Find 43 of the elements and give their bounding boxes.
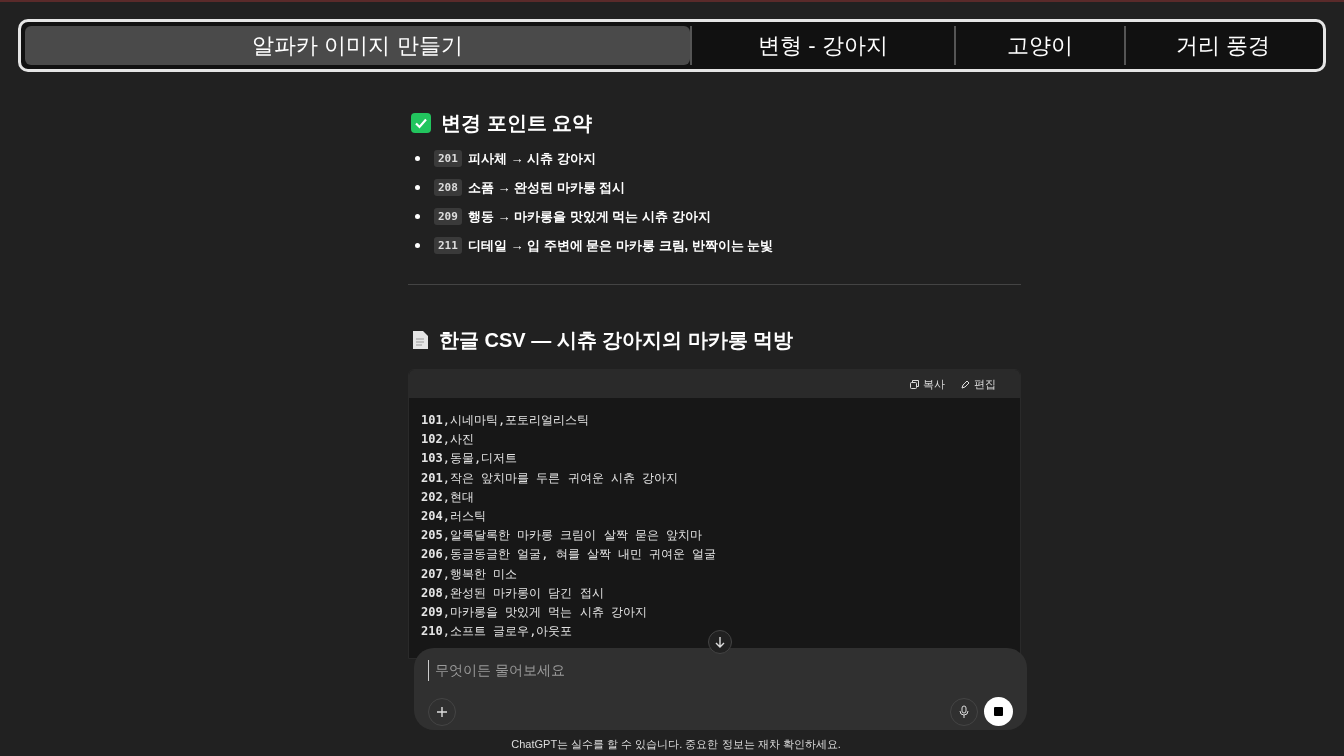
arrow-down-icon — [715, 636, 725, 648]
code-line: 202,현대 — [421, 488, 474, 506]
code-line: 207,행복한 미소 — [421, 565, 518, 583]
checkbox-icon — [411, 113, 431, 133]
code-line: 103,동물,디저트 — [421, 450, 518, 468]
section-heading: 한글 CSV — 시츄 강아지의 마카롱 먹방 — [439, 328, 794, 353]
plus-icon — [436, 705, 448, 718]
tab[interactable]: 고양이 — [954, 26, 1124, 65]
document-icon — [411, 330, 429, 350]
code-line: 201,작은 앞치마를 두른 귀여운 시츄 강아지 — [421, 469, 679, 487]
copy-button[interactable]: 복사 — [910, 375, 945, 393]
copy-icon — [910, 379, 919, 389]
edit-button[interactable]: 편집 — [961, 375, 996, 393]
code-tag: 211 — [434, 237, 462, 254]
code-line: 101,시네마틱,포토리얼리스틱 — [421, 412, 590, 429]
code-tag: 209 — [434, 208, 462, 225]
code-tag: 201 — [434, 150, 462, 167]
list-item-text: 디테일 → 입 주변에 묻은 마카롱 크림, 반짝이는 눈빛 — [467, 236, 774, 255]
code-tag: 208 — [434, 179, 462, 196]
code-line: 205,알록달록한 마카롱 크림이 살짝 묻은 앞치마 — [421, 527, 703, 545]
tab[interactable]: 변형 - 강아지 — [690, 26, 954, 65]
code-line: 210,소프트 글로우,아웃포 — [421, 623, 573, 641]
code-line: 102,사진 — [421, 431, 474, 449]
list-item-text: 소품 → 완성된 마카롱 접시 — [467, 178, 626, 197]
stop-button[interactable] — [984, 697, 1013, 726]
disclaimer-text: ChatGPT는 실수를 할 수 있습니다. 중요한 정보는 재차 확인하세요. — [511, 738, 841, 750]
bullet-icon — [415, 214, 420, 219]
microphone-icon — [959, 704, 969, 719]
code-line: 204,러스틱 — [421, 508, 486, 525]
tab[interactable]: 거리 풍경 — [1124, 26, 1320, 65]
code-line: 206,동글동글한 얼굴, 혀를 살짝 내민 귀여운 얼굴 — [421, 546, 717, 564]
code-line: 208,완성된 마카롱이 담긴 접시 — [421, 584, 604, 602]
bullet-icon — [415, 185, 420, 190]
input-field[interactable]: 무엇이든 물어보세요 — [428, 660, 1013, 681]
list-item-text: 행동 → 마카롱을 맛있게 먹는 시츄 강아지 — [467, 207, 711, 226]
list-item-text: 피사체 → 시츄 강아지 — [467, 149, 596, 168]
code-line: 209,마카롱을 맛있게 먹는 시츄 강아지 — [421, 604, 647, 622]
pencil-icon — [961, 379, 970, 389]
bullet-icon — [415, 156, 420, 161]
stop-icon — [994, 707, 1003, 716]
tab[interactable]: 알파카 이미지 만들기 — [25, 26, 690, 65]
bullet-icon — [415, 243, 420, 248]
section-heading: 변경 포인트 요약 — [441, 111, 593, 136]
